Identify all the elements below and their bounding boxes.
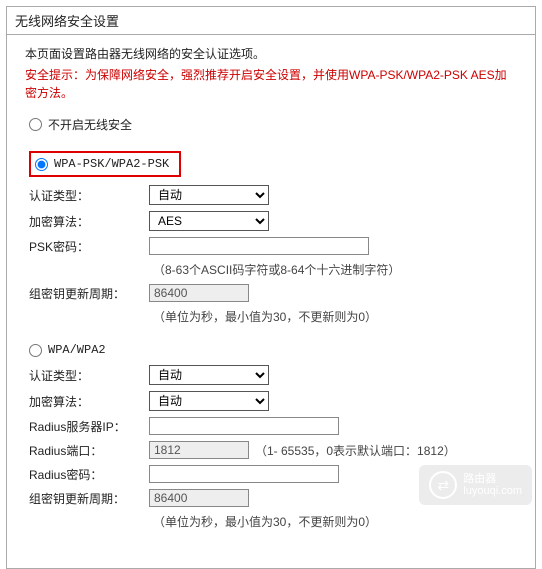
select-wpa-auth[interactable]: 自动 bbox=[149, 365, 269, 385]
radio-disable-label: 不开启无线安全 bbox=[48, 116, 132, 133]
watermark-text: 路由器 luyouqi.com bbox=[463, 473, 522, 497]
radio-row-disable[interactable]: 不开启无线安全 bbox=[29, 116, 517, 133]
router-icon: ⇄ bbox=[429, 471, 457, 499]
section-disable: 不开启无线安全 bbox=[25, 116, 517, 133]
radio-wpa-psk-label: WPA-PSK/WPA2-PSK bbox=[54, 157, 169, 171]
row-psk-encrypt: 加密算法： AES bbox=[29, 211, 517, 231]
panel-title: 无线网络安全设置 bbox=[7, 7, 535, 35]
hint-psk-interval: （单位为秒，最小值为30，不更新则为0） bbox=[153, 308, 517, 325]
hint-wpa-interval: （单位为秒，最小值为30，不更新则为0） bbox=[153, 513, 517, 530]
label-wpa-encrypt: 加密算法： bbox=[29, 393, 149, 410]
radio-wpa-label: WPA/WPA2 bbox=[48, 343, 106, 357]
section-wpa-psk: WPA-PSK/WPA2-PSK 认证类型： 自动 加密算法： AES PSK密… bbox=[25, 151, 517, 325]
input-radius-port[interactable] bbox=[149, 441, 249, 459]
radio-wpa[interactable] bbox=[29, 344, 42, 357]
select-wpa-encrypt[interactable]: 自动 bbox=[149, 391, 269, 411]
label-psk-auth: 认证类型： bbox=[29, 187, 149, 204]
label-psk-interval: 组密钥更新周期： bbox=[29, 285, 149, 302]
label-radius-port: Radius端口： bbox=[29, 442, 149, 459]
radio-wpa-psk[interactable] bbox=[35, 158, 48, 171]
row-wpa-encrypt: 加密算法： 自动 bbox=[29, 391, 517, 411]
label-psk-password: PSK密码： bbox=[29, 238, 149, 255]
row-psk-password: PSK密码： bbox=[29, 237, 517, 255]
hint-psk-password: （8-63个ASCII码字符或8-64个十六进制字符） bbox=[153, 261, 517, 278]
label-wpa-auth: 认证类型： bbox=[29, 367, 149, 384]
select-psk-auth[interactable]: 自动 bbox=[149, 185, 269, 205]
watermark-title: 路由器 bbox=[463, 473, 522, 485]
row-psk-interval: 组密钥更新周期： bbox=[29, 284, 517, 302]
input-psk-password[interactable] bbox=[149, 237, 369, 255]
input-psk-interval[interactable] bbox=[149, 284, 249, 302]
row-radius-ip: Radius服务器IP： bbox=[29, 417, 517, 435]
radio-row-wpa[interactable]: WPA/WPA2 bbox=[29, 343, 517, 357]
input-radius-pw[interactable] bbox=[149, 465, 339, 483]
input-wpa-interval[interactable] bbox=[149, 489, 249, 507]
security-warning: 安全提示：为保障网络安全，强烈推荐开启安全设置，并使用WPA-PSK/WPA2-… bbox=[25, 66, 517, 102]
label-radius-ip: Radius服务器IP： bbox=[29, 418, 149, 435]
radio-disable[interactable] bbox=[29, 118, 42, 131]
row-psk-auth: 认证类型： 自动 bbox=[29, 185, 517, 205]
label-radius-pw: Radius密码： bbox=[29, 466, 149, 483]
wpa-psk-highlight: WPA-PSK/WPA2-PSK bbox=[29, 151, 181, 177]
hint-radius-port: （1- 65535，0表示默认端口：1812） bbox=[255, 442, 456, 459]
label-psk-encrypt: 加密算法： bbox=[29, 213, 149, 230]
row-wpa-auth: 认证类型： 自动 bbox=[29, 365, 517, 385]
watermark-url: luyouqi.com bbox=[463, 485, 522, 497]
intro-text: 本页面设置路由器无线网络的安全认证选项。 bbox=[25, 45, 517, 62]
input-radius-ip[interactable] bbox=[149, 417, 339, 435]
radio-row-wpa-psk: WPA-PSK/WPA2-PSK bbox=[29, 151, 517, 177]
row-radius-port: Radius端口： （1- 65535，0表示默认端口：1812） bbox=[29, 441, 517, 459]
label-wpa-interval: 组密钥更新周期： bbox=[29, 490, 149, 507]
watermark: ⇄ 路由器 luyouqi.com bbox=[419, 465, 532, 505]
select-psk-encrypt[interactable]: AES bbox=[149, 211, 269, 231]
